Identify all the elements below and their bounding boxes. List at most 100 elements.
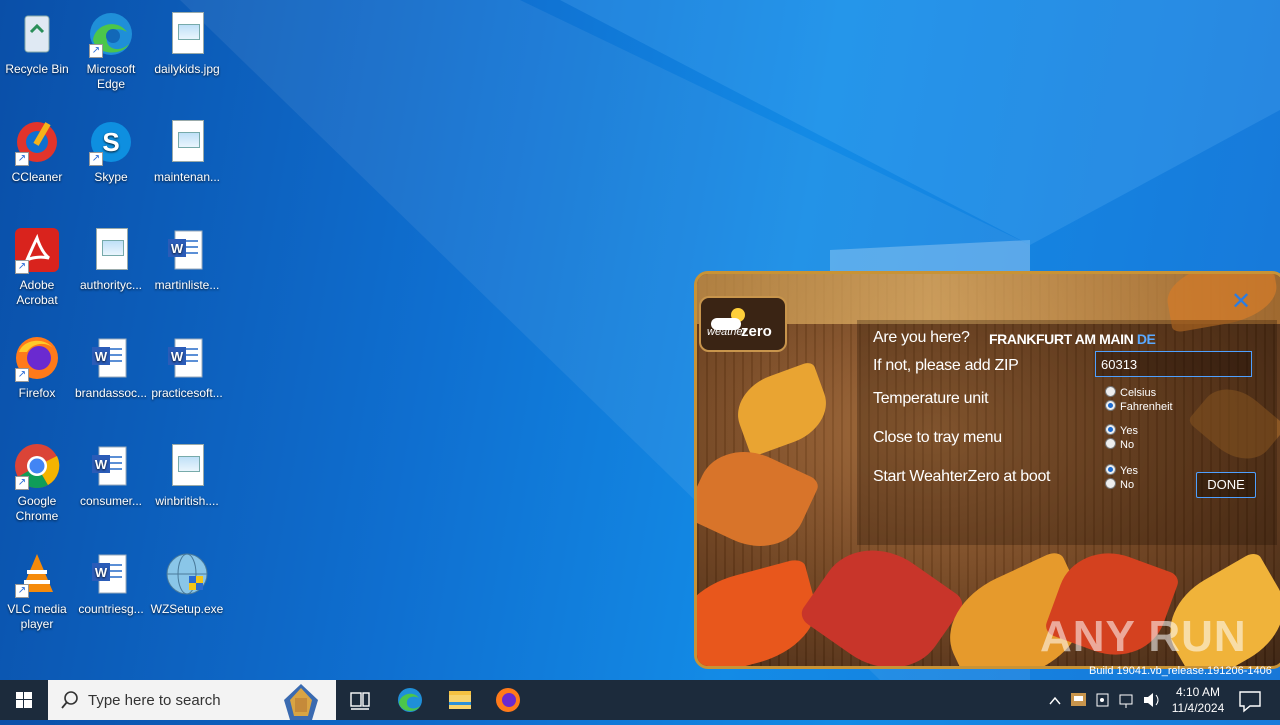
taskbar-edge-button[interactable]: [386, 680, 434, 720]
done-button[interactable]: DONE: [1196, 472, 1256, 498]
taskbar-clock[interactable]: 4:10 AM 11/4/2024: [1162, 684, 1234, 716]
clock-date: 11/4/2024: [1171, 701, 1225, 715]
desktop-icon-wzsetup[interactable]: WZSetup.exe: [150, 542, 224, 617]
icon-label: consumer...: [79, 494, 143, 508]
desktop-icon-adobe-acrobat[interactable]: ↗ Adobe Acrobat: [0, 218, 74, 308]
autumn-leaf-decoration: [697, 434, 821, 564]
zip-label: If not, please add ZIP: [873, 357, 1019, 374]
volume-icon[interactable]: [1144, 693, 1159, 707]
image-file-icon: [163, 10, 211, 58]
zip-input[interactable]: 60313: [1095, 351, 1252, 377]
shortcut-arrow-icon: ↗: [15, 584, 29, 598]
svg-text:W: W: [171, 241, 184, 256]
radio-label: Fahrenheit: [1120, 401, 1173, 413]
word-document-icon: W: [163, 334, 211, 382]
logo-text-zero: zero: [741, 323, 772, 340]
icon-label: Firefox: [18, 386, 56, 400]
build-info: Build 19041.vb_release.191206-1406: [1089, 665, 1272, 677]
icon-label: Skype: [94, 170, 128, 184]
radio-button[interactable]: [1105, 424, 1116, 435]
folder-icon: [449, 691, 471, 709]
svg-text:W: W: [95, 349, 108, 364]
desktop-icon-dailykids[interactable]: dailykids.jpg: [150, 2, 224, 77]
desktop-icon-martinliste[interactable]: W martinliste...: [150, 218, 224, 293]
recycle-bin-icon: [13, 10, 61, 58]
desktop-icon-ccleaner[interactable]: ↗ CCleaner: [0, 110, 74, 185]
radio-label: Yes: [1120, 465, 1138, 477]
device-icon[interactable]: [1096, 693, 1109, 707]
edge-icon: [398, 688, 422, 712]
radio-celsius[interactable]: Celsius: [1105, 386, 1156, 400]
radio-button[interactable]: [1105, 478, 1116, 489]
radio-tray-no[interactable]: No: [1105, 438, 1134, 452]
radio-tray-yes[interactable]: Yes: [1105, 424, 1138, 438]
svg-text:W: W: [95, 457, 108, 472]
chrome-icon: ↗: [13, 442, 61, 490]
icon-label: Recycle Bin: [5, 62, 69, 76]
desktop-icon-recycle-bin[interactable]: Recycle Bin: [0, 2, 74, 77]
radio-label: No: [1120, 479, 1135, 491]
city-name: FRANKFURT AM MAIN: [989, 331, 1134, 347]
radio-fahrenheit[interactable]: Fahrenheit: [1105, 400, 1173, 414]
radio-boot-yes[interactable]: Yes: [1105, 464, 1138, 478]
svg-text:W: W: [171, 349, 184, 364]
ccleaner-icon: ↗: [13, 118, 61, 166]
chevron-up-icon[interactable]: [1049, 696, 1061, 705]
network-icon[interactable]: [1119, 694, 1133, 708]
word-document-icon: W: [87, 334, 135, 382]
radio-boot-no[interactable]: No: [1105, 478, 1134, 492]
desktop-icon-authorityc[interactable]: authorityc...: [74, 218, 148, 293]
shortcut-arrow-icon: ↗: [89, 44, 103, 58]
desktop-icon-winbritish[interactable]: winbritish....: [150, 434, 224, 509]
firefox-icon: [496, 688, 520, 712]
radio-button[interactable]: [1105, 464, 1116, 475]
desktop-icon-brandassoc[interactable]: W brandassoc...: [74, 326, 148, 401]
desktop-icon-countriesg[interactable]: W countriesg...: [74, 542, 148, 617]
temperature-unit-label: Temperature unit: [873, 390, 989, 407]
desktop-icon-maintenan[interactable]: maintenan...: [150, 110, 224, 185]
taskbar-search-box[interactable]: Type here to search: [48, 680, 336, 720]
action-center-button[interactable]: [1230, 680, 1278, 720]
desktop-icon-google-chrome[interactable]: ↗ Google Chrome: [0, 434, 74, 524]
word-document-icon: W: [87, 550, 135, 598]
icon-label: WZSetup.exe: [150, 602, 224, 616]
location-question: Are you here?: [873, 329, 970, 346]
icon-label: Google Chrome: [15, 494, 59, 523]
weatherzero-logo: weather zero: [699, 296, 787, 352]
desktop-icon-consumer[interactable]: W consumer...: [74, 434, 148, 509]
desktop-icon-microsoft-edge[interactable]: ↗ Microsoft Edge: [74, 2, 148, 92]
icon-label: Adobe Acrobat: [16, 278, 58, 307]
desktop-icon-firefox[interactable]: ↗ Firefox: [0, 326, 74, 401]
country-code: DE: [1136, 331, 1156, 347]
image-file-icon: [163, 442, 211, 490]
taskbar-file-explorer-button[interactable]: [436, 680, 484, 720]
task-view-icon: [350, 692, 370, 710]
icon-label: maintenan...: [153, 170, 221, 184]
task-view-button[interactable]: [336, 680, 384, 720]
radio-button[interactable]: [1105, 400, 1116, 411]
icon-label: dailykids.jpg: [154, 62, 220, 76]
svg-text:S: S: [102, 127, 119, 157]
taskbar-firefox-button[interactable]: [484, 680, 532, 720]
radio-button[interactable]: [1105, 438, 1116, 449]
radio-label: Celsius: [1120, 387, 1157, 399]
autumn-leaf-decoration: [727, 360, 837, 458]
start-button[interactable]: [0, 680, 48, 720]
word-document-icon: W: [163, 226, 211, 274]
desktop-icon-vlc[interactable]: ↗ VLC media player: [0, 542, 74, 632]
edge-icon: ↗: [87, 10, 135, 58]
icon-label: countriesg...: [78, 602, 144, 616]
desktop-icon-skype[interactable]: S ↗ Skype: [74, 110, 148, 185]
radio-button[interactable]: [1105, 386, 1116, 397]
vlc-icon: ↗: [13, 550, 61, 598]
desktop-icon-practicesoft[interactable]: W practicesoft...: [150, 326, 224, 401]
shortcut-arrow-icon: ↗: [15, 152, 29, 166]
image-file-icon: [163, 118, 211, 166]
acrobat-icon: ↗: [13, 226, 61, 274]
close-icon[interactable]: ✕: [1231, 290, 1251, 314]
shortcut-arrow-icon: ↗: [15, 260, 29, 274]
firefox-icon: ↗: [13, 334, 61, 382]
icon-label: martinliste...: [154, 278, 220, 292]
tray-app-icon[interactable]: [1071, 693, 1086, 706]
notification-icon: [1239, 691, 1261, 713]
